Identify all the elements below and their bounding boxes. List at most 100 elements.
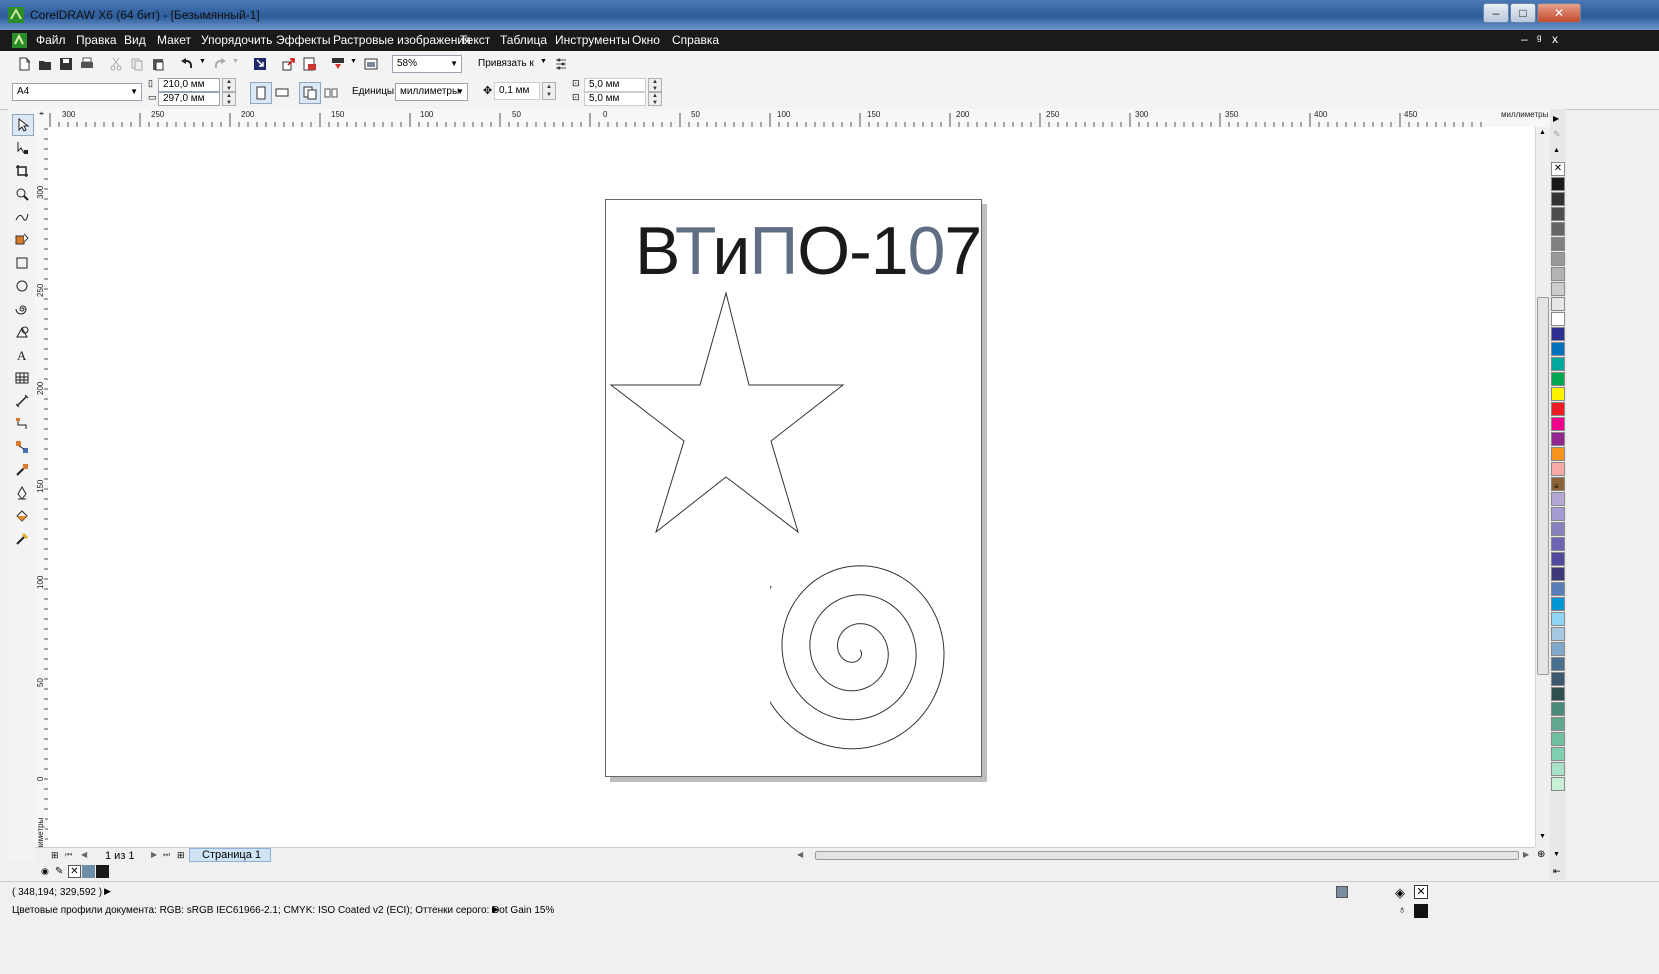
print-icon[interactable] xyxy=(77,54,97,74)
next-page-icon[interactable]: ▶ xyxy=(151,850,157,859)
menu-view[interactable]: Вид xyxy=(124,33,146,47)
document-headline-text[interactable]: ВТиПО-107 xyxy=(635,212,982,290)
redo-dropdown-icon[interactable]: ▼ xyxy=(232,58,239,65)
palette-color-swatch[interactable] xyxy=(1551,402,1565,416)
palette-color-swatch[interactable] xyxy=(1551,312,1565,326)
palette-color-swatch[interactable] xyxy=(1551,417,1565,431)
zoom-navigator-icon[interactable]: ⊕ xyxy=(1537,849,1545,860)
basic-shapes-tool-icon[interactable] xyxy=(12,322,32,342)
portrait-orientation-icon[interactable] xyxy=(250,82,272,104)
palette-color-swatch[interactable] xyxy=(1551,492,1565,506)
save-icon[interactable] xyxy=(56,54,76,74)
smart-fill-tool-icon[interactable] xyxy=(12,230,32,250)
palette-color-swatch[interactable] xyxy=(1551,342,1565,356)
export-icon[interactable] xyxy=(279,54,299,74)
interactive-fill-tool-icon[interactable] xyxy=(12,529,32,549)
palette-color-swatch[interactable] xyxy=(1551,207,1565,221)
undo-dropdown-icon[interactable]: ▼ xyxy=(199,58,206,65)
import-icon[interactable] xyxy=(250,54,270,74)
cut-icon[interactable] xyxy=(106,54,126,74)
current-page-icon[interactable] xyxy=(321,82,341,102)
vertical-scroll-thumb[interactable] xyxy=(1537,297,1549,675)
mdi-restore-button[interactable]: ᵍ xyxy=(1537,32,1542,46)
vertical-ruler[interactable]: 300 250 200 150 100 50 0 миллиметры xyxy=(35,127,49,865)
crop-tool-icon[interactable] xyxy=(12,161,32,181)
palette-color-swatch[interactable] xyxy=(1551,672,1565,686)
open-folder-icon[interactable] xyxy=(35,54,55,74)
duplicate-distance-y-field[interactable]: 5,0 мм xyxy=(584,92,646,106)
zoom-level-dropdown[interactable]: 58% ▼ xyxy=(392,55,462,73)
scroll-up-arrow-icon[interactable]: ▲ xyxy=(1539,129,1546,136)
undo-icon[interactable] xyxy=(177,54,197,74)
palette-color-swatch[interactable] xyxy=(1551,777,1565,791)
units-dropdown[interactable]: миллиметры ▼ xyxy=(395,83,468,101)
palette-color-swatch[interactable] xyxy=(1551,267,1565,281)
vertical-scrollbar[interactable]: ▲ ▼ xyxy=(1535,127,1551,847)
palette-color-swatch[interactable] xyxy=(1551,687,1565,701)
new-document-icon[interactable] xyxy=(14,54,34,74)
eyedropper-icon[interactable]: ✎ xyxy=(55,866,63,877)
shape-tool-icon[interactable] xyxy=(12,138,32,158)
page-height-field[interactable]: 297,0 мм xyxy=(158,92,220,106)
palette-color-swatch[interactable] xyxy=(1551,462,1565,476)
palette-color-swatch[interactable] xyxy=(1551,327,1565,341)
palette-scroll-up-icon[interactable]: ▶ xyxy=(1553,114,1559,123)
previous-page-icon[interactable]: ◀ xyxy=(81,850,87,859)
spiral-shape[interactable] xyxy=(770,540,970,750)
blend-tool-icon[interactable] xyxy=(12,437,32,457)
color-profiles-text[interactable]: Цветовые профили документа: RGB: sRGB IE… xyxy=(12,905,554,916)
pick-tool-icon[interactable] xyxy=(12,114,34,136)
palette-color-swatch[interactable] xyxy=(1551,657,1565,671)
menu-arrange[interactable]: Упорядочить xyxy=(201,33,272,47)
menu-text[interactable]: Текст xyxy=(460,33,490,47)
ruler-origin-icon[interactable]: ⌖ xyxy=(35,109,49,128)
palette-color-swatch[interactable] xyxy=(1551,717,1565,731)
document-menu-icon[interactable] xyxy=(12,33,27,48)
landscape-orientation-icon[interactable] xyxy=(272,82,292,102)
palette-color-swatch[interactable] xyxy=(1551,507,1565,521)
freehand-tool-icon[interactable] xyxy=(12,207,32,227)
no-color-swatch[interactable]: ✕ xyxy=(1551,162,1565,176)
palette-collapse-icon[interactable]: ⇤ xyxy=(1553,866,1561,877)
first-page-icon[interactable]: ⏮ xyxy=(65,850,72,860)
fill-tool-icon[interactable] xyxy=(12,506,32,526)
redo-icon[interactable] xyxy=(210,54,230,74)
outline-color-swatch[interactable] xyxy=(1414,904,1428,918)
outline-pen-tool-icon[interactable] xyxy=(12,483,32,503)
menu-effects[interactable]: Эффекты xyxy=(276,33,331,47)
palette-color-swatch[interactable] xyxy=(1551,387,1565,401)
palette-up-arrow-icon[interactable]: ▲ xyxy=(1553,147,1560,154)
snap-to-button[interactable]: Привязать к xyxy=(478,58,534,69)
outline-pen-icon[interactable]: ♁ xyxy=(1398,904,1406,916)
palette-color-swatch[interactable] xyxy=(1551,177,1565,191)
close-button[interactable]: ✕ xyxy=(1537,3,1581,23)
coordinates-expand-icon[interactable]: ▶ xyxy=(104,886,111,897)
palette-flyout-icon[interactable]: ◉ xyxy=(41,866,49,877)
menu-layout[interactable]: Макет xyxy=(157,33,191,47)
palette-color-swatch[interactable] xyxy=(1551,702,1565,716)
page-tab[interactable]: Страница 1 xyxy=(189,848,271,862)
palette-color-swatch[interactable] xyxy=(1551,642,1565,656)
fill-status-icon[interactable] xyxy=(1336,886,1348,898)
nudge-offset-field[interactable]: 0,1 мм xyxy=(494,82,540,100)
page-width-spinner[interactable]: ▲ ▼ xyxy=(222,78,236,92)
palette-color-swatch[interactable] xyxy=(1551,582,1565,596)
ellipse-tool-icon[interactable] xyxy=(12,276,32,296)
palette-color-swatch[interactable] xyxy=(1551,567,1565,581)
snap-dropdown-icon[interactable]: ▼ xyxy=(540,58,547,65)
nudge-offset-spinner[interactable]: ▲ ▼ xyxy=(542,82,556,100)
application-launcher-icon[interactable] xyxy=(328,54,348,74)
palette-color-swatch[interactable] xyxy=(1551,372,1565,386)
palette-color-swatch[interactable] xyxy=(1551,222,1565,236)
menu-file[interactable]: Файл xyxy=(36,33,66,47)
palette-color-swatch[interactable] xyxy=(1551,522,1565,536)
publish-pdf-icon[interactable] xyxy=(300,54,320,74)
palette-color-swatch[interactable] xyxy=(1551,612,1565,626)
duplicate-distance-x-spinner[interactable]: ▲ ▼ xyxy=(648,78,662,92)
duplicate-distance-x-field[interactable]: 5,0 мм xyxy=(584,78,646,92)
minimize-button[interactable]: ‒ xyxy=(1483,3,1509,23)
palette-color-swatch[interactable] xyxy=(1551,357,1565,371)
dimension-tool-icon[interactable] xyxy=(12,391,32,411)
no-color-swatch[interactable]: ✕ xyxy=(68,865,81,878)
palette-color-swatch[interactable] xyxy=(1551,747,1565,761)
